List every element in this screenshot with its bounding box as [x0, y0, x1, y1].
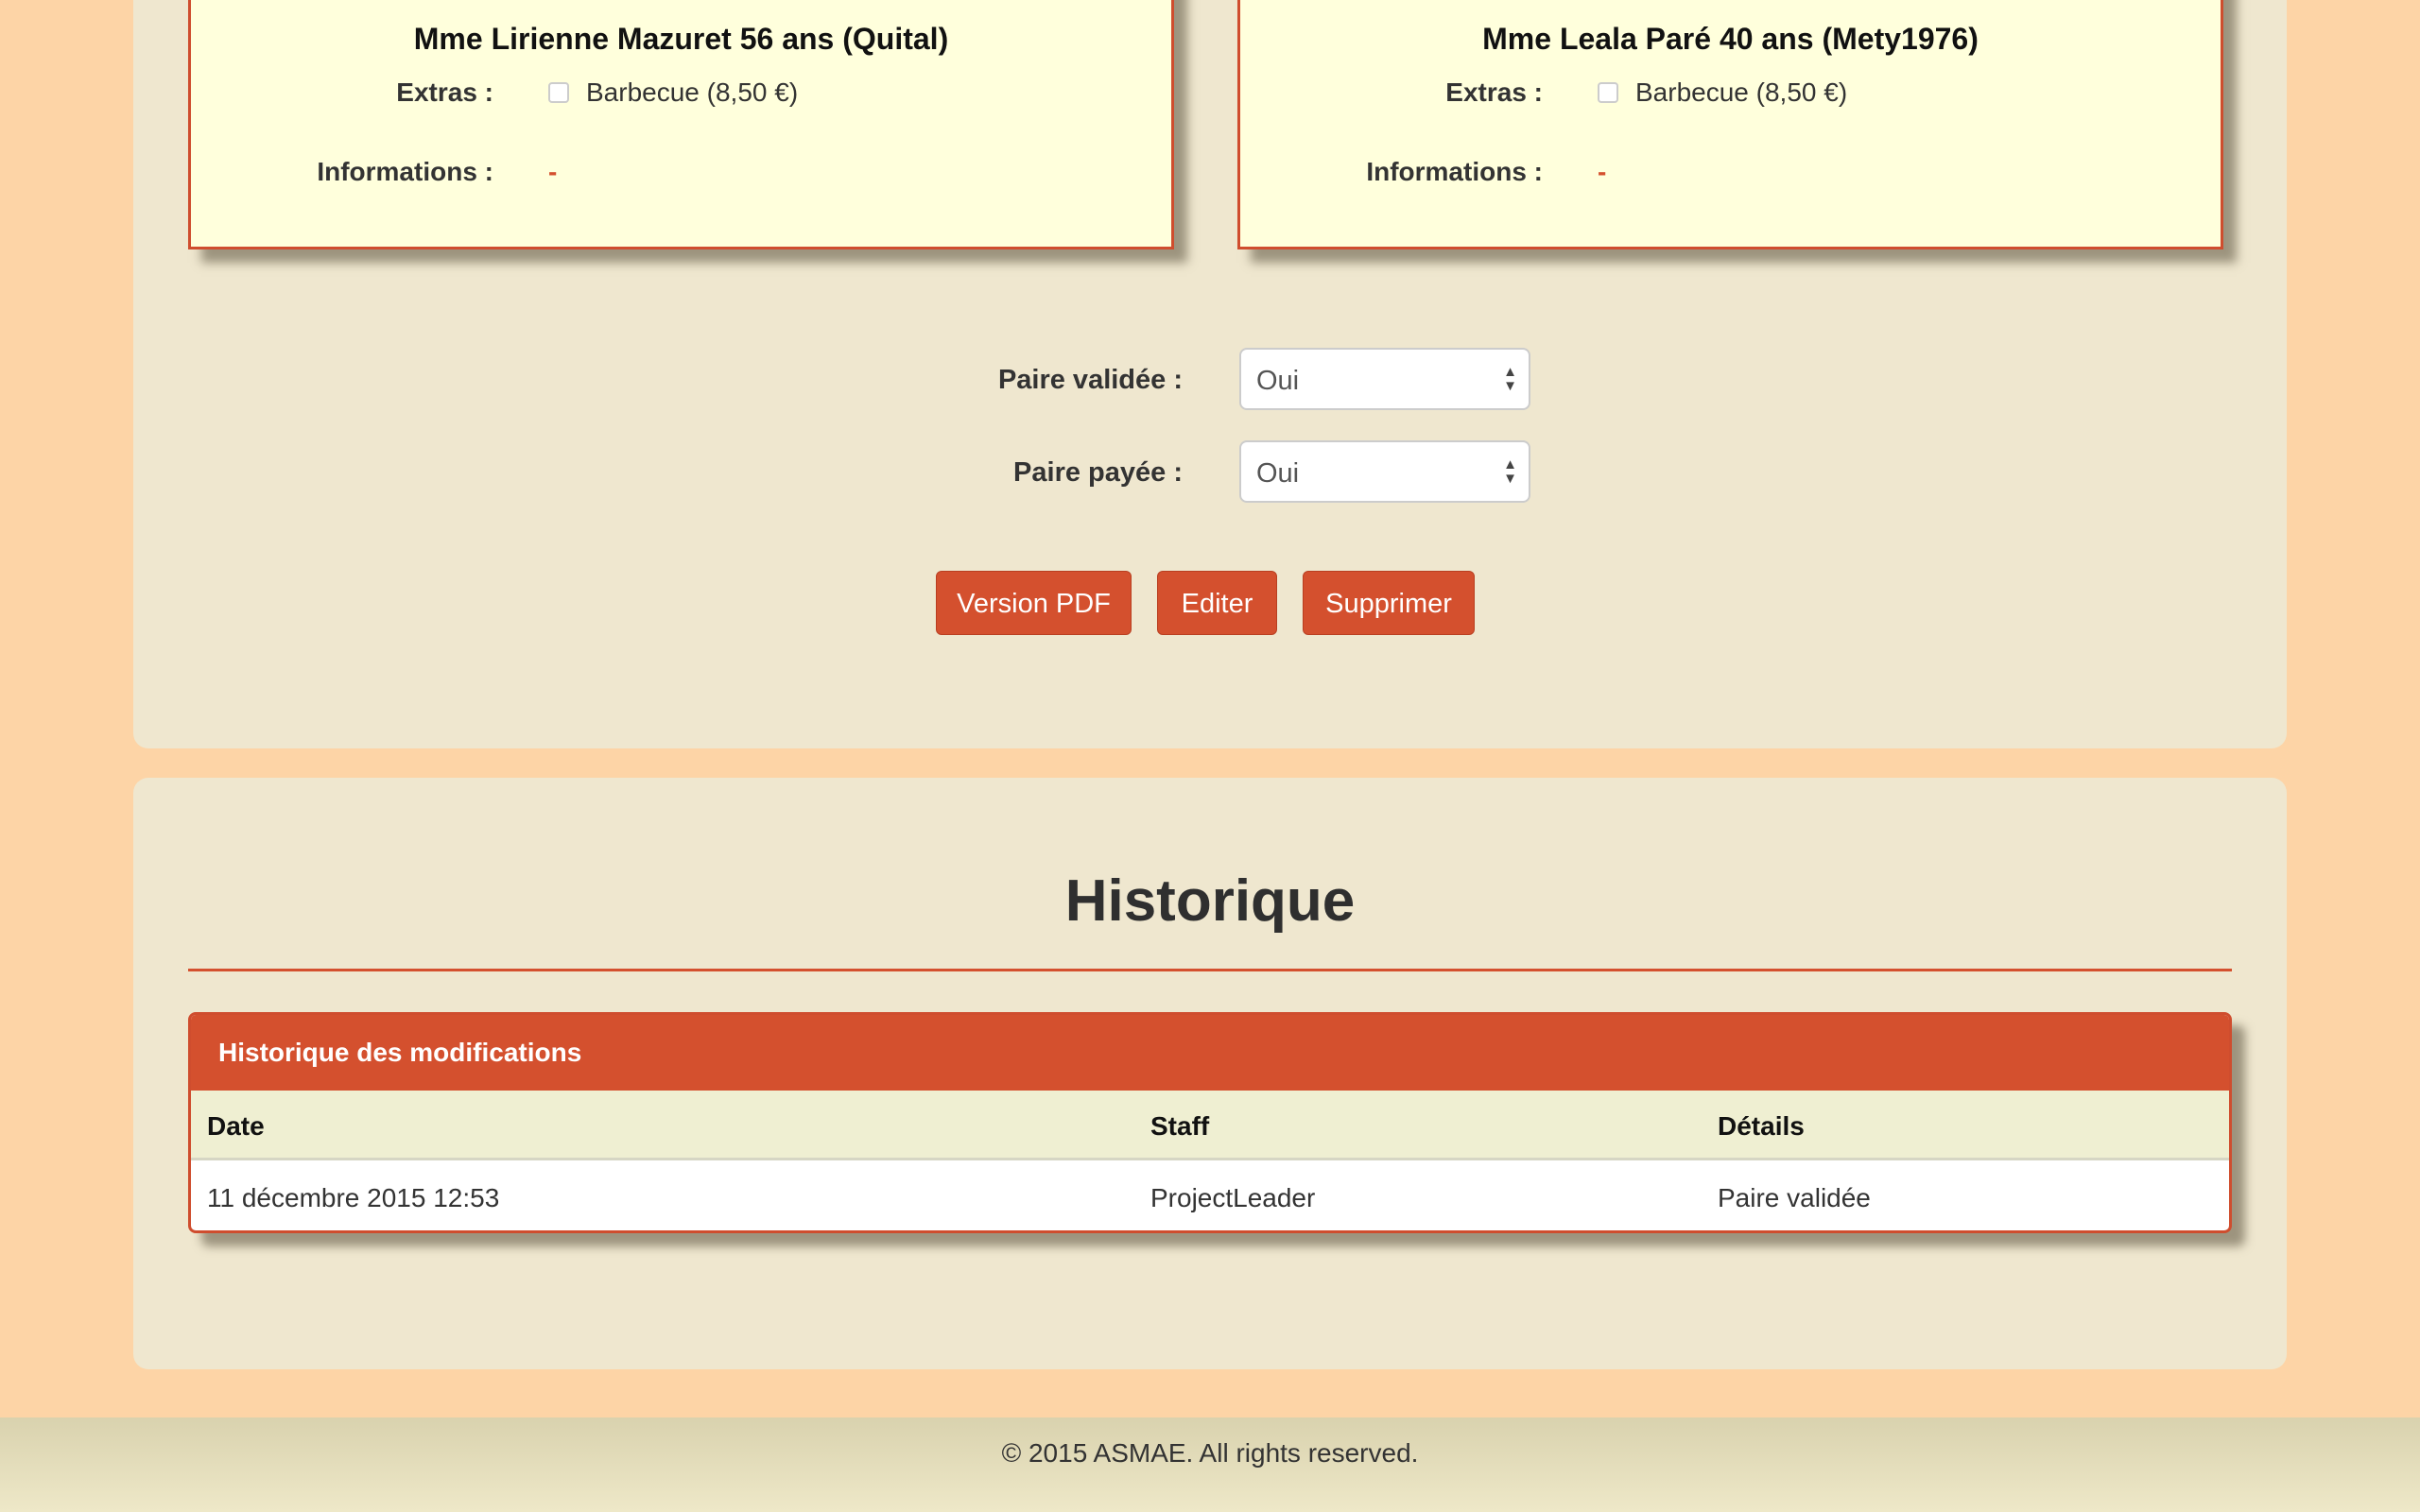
- pair-validated-label: Paire validée :: [997, 365, 1183, 395]
- cell-staff: ProjectLeader: [1150, 1183, 1316, 1212]
- pair-details-panel: Mme Lirienne Mazuret 56 ans (Quital) Ext…: [133, 0, 2287, 748]
- participant-card-left: Mme Lirienne Mazuret 56 ans (Quital) Ext…: [188, 0, 1174, 249]
- pair-validated-row: Paire validée : Oui ▲ ▼: [133, 348, 2287, 410]
- participant-card-right: Mme Leala Paré 40 ans (Mety1976) Extras …: [1237, 0, 2223, 249]
- delete-button[interactable]: Supprimer: [1303, 571, 1475, 635]
- barbecue-option-label: Barbecue (8,50 €): [586, 77, 799, 107]
- column-header-details: Détails: [1718, 1111, 1805, 1141]
- pair-paid-label: Paire payée :: [1013, 457, 1183, 488]
- extras-label: Extras :: [396, 77, 493, 107]
- pair-paid-value: Oui: [1256, 458, 1300, 489]
- informations-label: Informations :: [317, 157, 493, 186]
- history-panel: Historique Historique des modifications …: [133, 778, 2287, 1369]
- extras-label: Extras :: [1445, 77, 1543, 107]
- informations-value: -: [1598, 157, 1607, 186]
- barbecue-checkbox[interactable]: [1598, 82, 1618, 103]
- history-box-title: Historique des modifications: [218, 1038, 582, 1067]
- history-table-box: Historique des modifications Date Staff …: [188, 1012, 2232, 1233]
- pair-validated-value: Oui: [1256, 366, 1300, 396]
- history-divider: [188, 969, 2232, 971]
- pdf-version-button[interactable]: Version PDF: [936, 571, 1132, 635]
- select-arrows-icon: ▲ ▼: [1503, 364, 1517, 394]
- table-header-row: Date Staff Détails: [191, 1091, 2229, 1160]
- column-header-date: Date: [207, 1111, 265, 1141]
- participant-name: Mme Leala Paré 40 ans (Mety1976): [1482, 22, 1979, 56]
- page-footer: © 2015 ASMAE. All rights reserved.: [0, 1418, 2420, 1512]
- cell-date: 11 décembre 2015 12:53: [207, 1183, 500, 1212]
- participant-name: Mme Lirienne Mazuret 56 ans (Quital): [413, 22, 949, 56]
- copyright-text: © 2015 ASMAE. All rights reserved.: [1001, 1438, 1419, 1468]
- history-heading: Historique: [1064, 868, 1356, 934]
- informations-label: Informations :: [1366, 157, 1543, 186]
- barbecue-checkbox[interactable]: [548, 82, 569, 103]
- edit-button[interactable]: Editer: [1157, 571, 1277, 635]
- pair-validated-select[interactable]: Oui ▲ ▼: [1239, 348, 1530, 410]
- barbecue-option-label: Barbecue (8,50 €): [1635, 77, 1848, 107]
- pair-paid-select[interactable]: Oui ▲ ▼: [1239, 440, 1530, 503]
- history-box-header: Historique des modifications: [191, 1015, 2229, 1091]
- cell-details: Paire validée: [1718, 1183, 1871, 1212]
- column-header-staff: Staff: [1150, 1111, 1210, 1141]
- select-arrows-icon: ▲ ▼: [1503, 456, 1517, 487]
- pair-paid-row: Paire payée : Oui ▲ ▼: [133, 440, 2287, 503]
- informations-value: -: [548, 157, 558, 186]
